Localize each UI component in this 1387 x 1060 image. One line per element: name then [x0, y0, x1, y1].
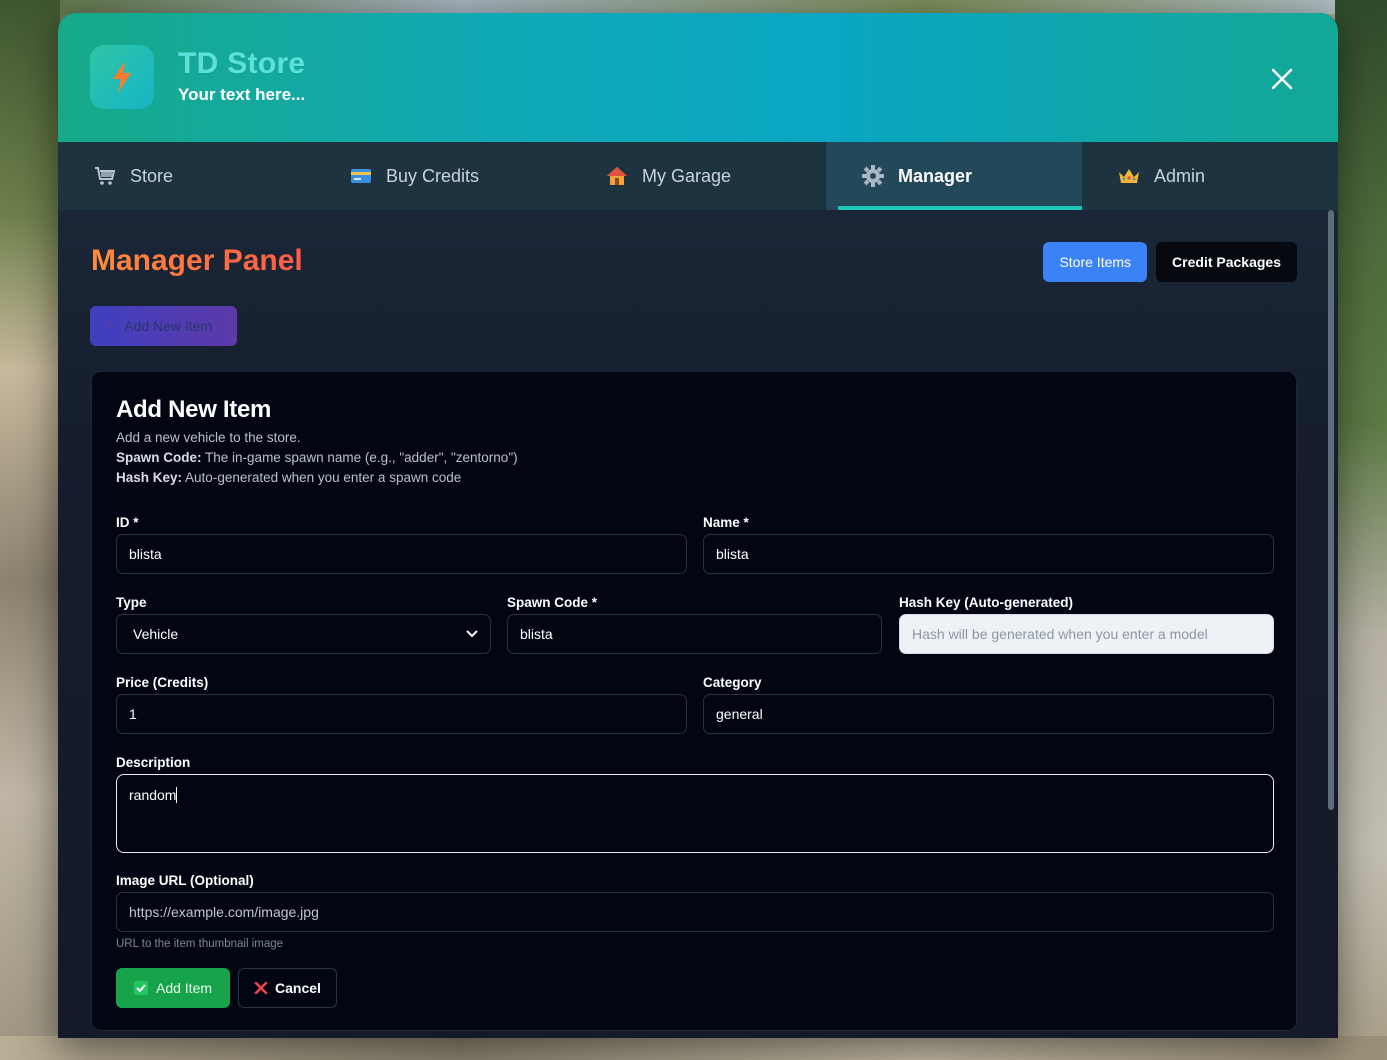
cancel-button[interactable]: Cancel: [238, 968, 337, 1008]
id-input[interactable]: blista: [116, 534, 687, 574]
tab-my-garage-label: My Garage: [642, 165, 732, 186]
hash-key-help-text: Auto-generated when you enter a spawn co…: [185, 470, 462, 485]
page-title: Manager Panel: [91, 244, 303, 277]
tab-manager-label: Manager: [898, 165, 973, 186]
hash-key-input[interactable]: Hash will be generated when you enter a …: [899, 614, 1274, 654]
description-textarea[interactable]: random: [116, 774, 1274, 853]
check-icon: [133, 981, 148, 995]
tab-manager[interactable]: Manager: [826, 142, 1082, 210]
type-label: Type: [116, 595, 147, 610]
add-item-submit-button[interactable]: Add Item: [116, 968, 230, 1008]
app-logo: [90, 45, 154, 109]
name-label: Name *: [703, 515, 749, 530]
name-input[interactable]: blista: [703, 534, 1274, 574]
store-window: TD Store Your text here... Store Buy Cre…: [58, 13, 1338, 1038]
background-left: [0, 0, 60, 1060]
gear-icon: [860, 165, 886, 187]
add-item-form-card: Add New Item Add a new vehicle to the st…: [91, 371, 1297, 1031]
header: TD Store Your text here...: [58, 13, 1338, 142]
description-label: Description: [116, 755, 191, 770]
image-url-label: Image URL (Optional): [116, 873, 254, 888]
image-url-input[interactable]: https://example.com/image.jpg: [116, 892, 1274, 932]
add-new-item-button[interactable]: + Add New Item: [90, 306, 237, 346]
spawn-code-help-text: The in-game spawn name (e.g., "adder", "…: [205, 450, 518, 465]
text-caret: [176, 787, 178, 803]
tab-store-label: Store: [130, 165, 174, 186]
chevron-down-icon: [466, 630, 478, 638]
app-title: TD Store: [178, 47, 306, 80]
house-icon: [604, 165, 630, 187]
scrollbar[interactable]: [1328, 210, 1334, 810]
image-url-hint: URL to the item thumbnail image: [116, 938, 284, 950]
add-item-submit-label: Add Item: [155, 980, 213, 996]
tab-buy-credits[interactable]: Buy Credits: [314, 142, 570, 210]
hash-key-help-label: Hash Key:: [116, 470, 183, 485]
category-input[interactable]: general: [703, 694, 1274, 734]
close-icon[interactable]: [1270, 67, 1294, 91]
panel-segment-group: Store Items Credit Packages: [1043, 242, 1297, 282]
credit-card-icon: [348, 165, 374, 187]
credit-packages-button[interactable]: Credit Packages: [1156, 242, 1297, 282]
spawn-code-label: Spawn Code *: [507, 595, 598, 610]
tab-bar: Store Buy Credits My Garage Manager Admi…: [58, 142, 1338, 210]
spawn-code-help-label: Spawn Code:: [116, 450, 202, 465]
content-area: Manager Panel Store Items Credit Package…: [58, 210, 1338, 1038]
tab-my-garage[interactable]: My Garage: [570, 142, 826, 210]
background-right: [1335, 0, 1387, 1060]
cart-icon: [92, 165, 118, 187]
price-label: Price (Credits): [116, 675, 209, 690]
hash-key-help: Hash Key: Auto-generated when you enter …: [116, 468, 518, 488]
hash-key-label: Hash Key (Auto-generated): [899, 595, 1074, 610]
background-top: [0, 0, 1387, 14]
spawn-code-help: Spawn Code: The in-game spawn name (e.g.…: [116, 448, 518, 468]
tab-store[interactable]: Store: [58, 142, 314, 210]
plus-icon: +: [106, 318, 115, 334]
cancel-label: Cancel: [275, 980, 321, 996]
price-input[interactable]: 1: [116, 694, 687, 734]
spawn-code-input[interactable]: blista: [507, 614, 882, 654]
x-icon: [254, 981, 268, 995]
form-description: Add a new vehicle to the store. Spawn Co…: [116, 428, 518, 488]
type-select[interactable]: Vehicle: [116, 614, 491, 654]
form-intro: Add a new vehicle to the store.: [116, 430, 301, 445]
type-select-value: Vehicle: [133, 626, 179, 642]
category-label: Category: [703, 675, 762, 690]
id-label: ID *: [116, 515, 139, 530]
form-title: Add New Item: [116, 396, 272, 423]
add-new-item-label: Add New Item: [124, 318, 213, 334]
tab-admin-label: Admin: [1154, 165, 1206, 186]
store-items-button[interactable]: Store Items: [1043, 242, 1148, 282]
tab-admin[interactable]: Admin: [1082, 142, 1338, 210]
crown-icon: [1116, 165, 1142, 187]
tab-buy-credits-label: Buy Credits: [386, 165, 480, 186]
lightning-bolt-icon: [113, 61, 131, 93]
app-subtitle: Your text here...: [178, 85, 306, 104]
description-value: random: [129, 787, 177, 803]
background-bottom: [0, 1036, 1387, 1060]
